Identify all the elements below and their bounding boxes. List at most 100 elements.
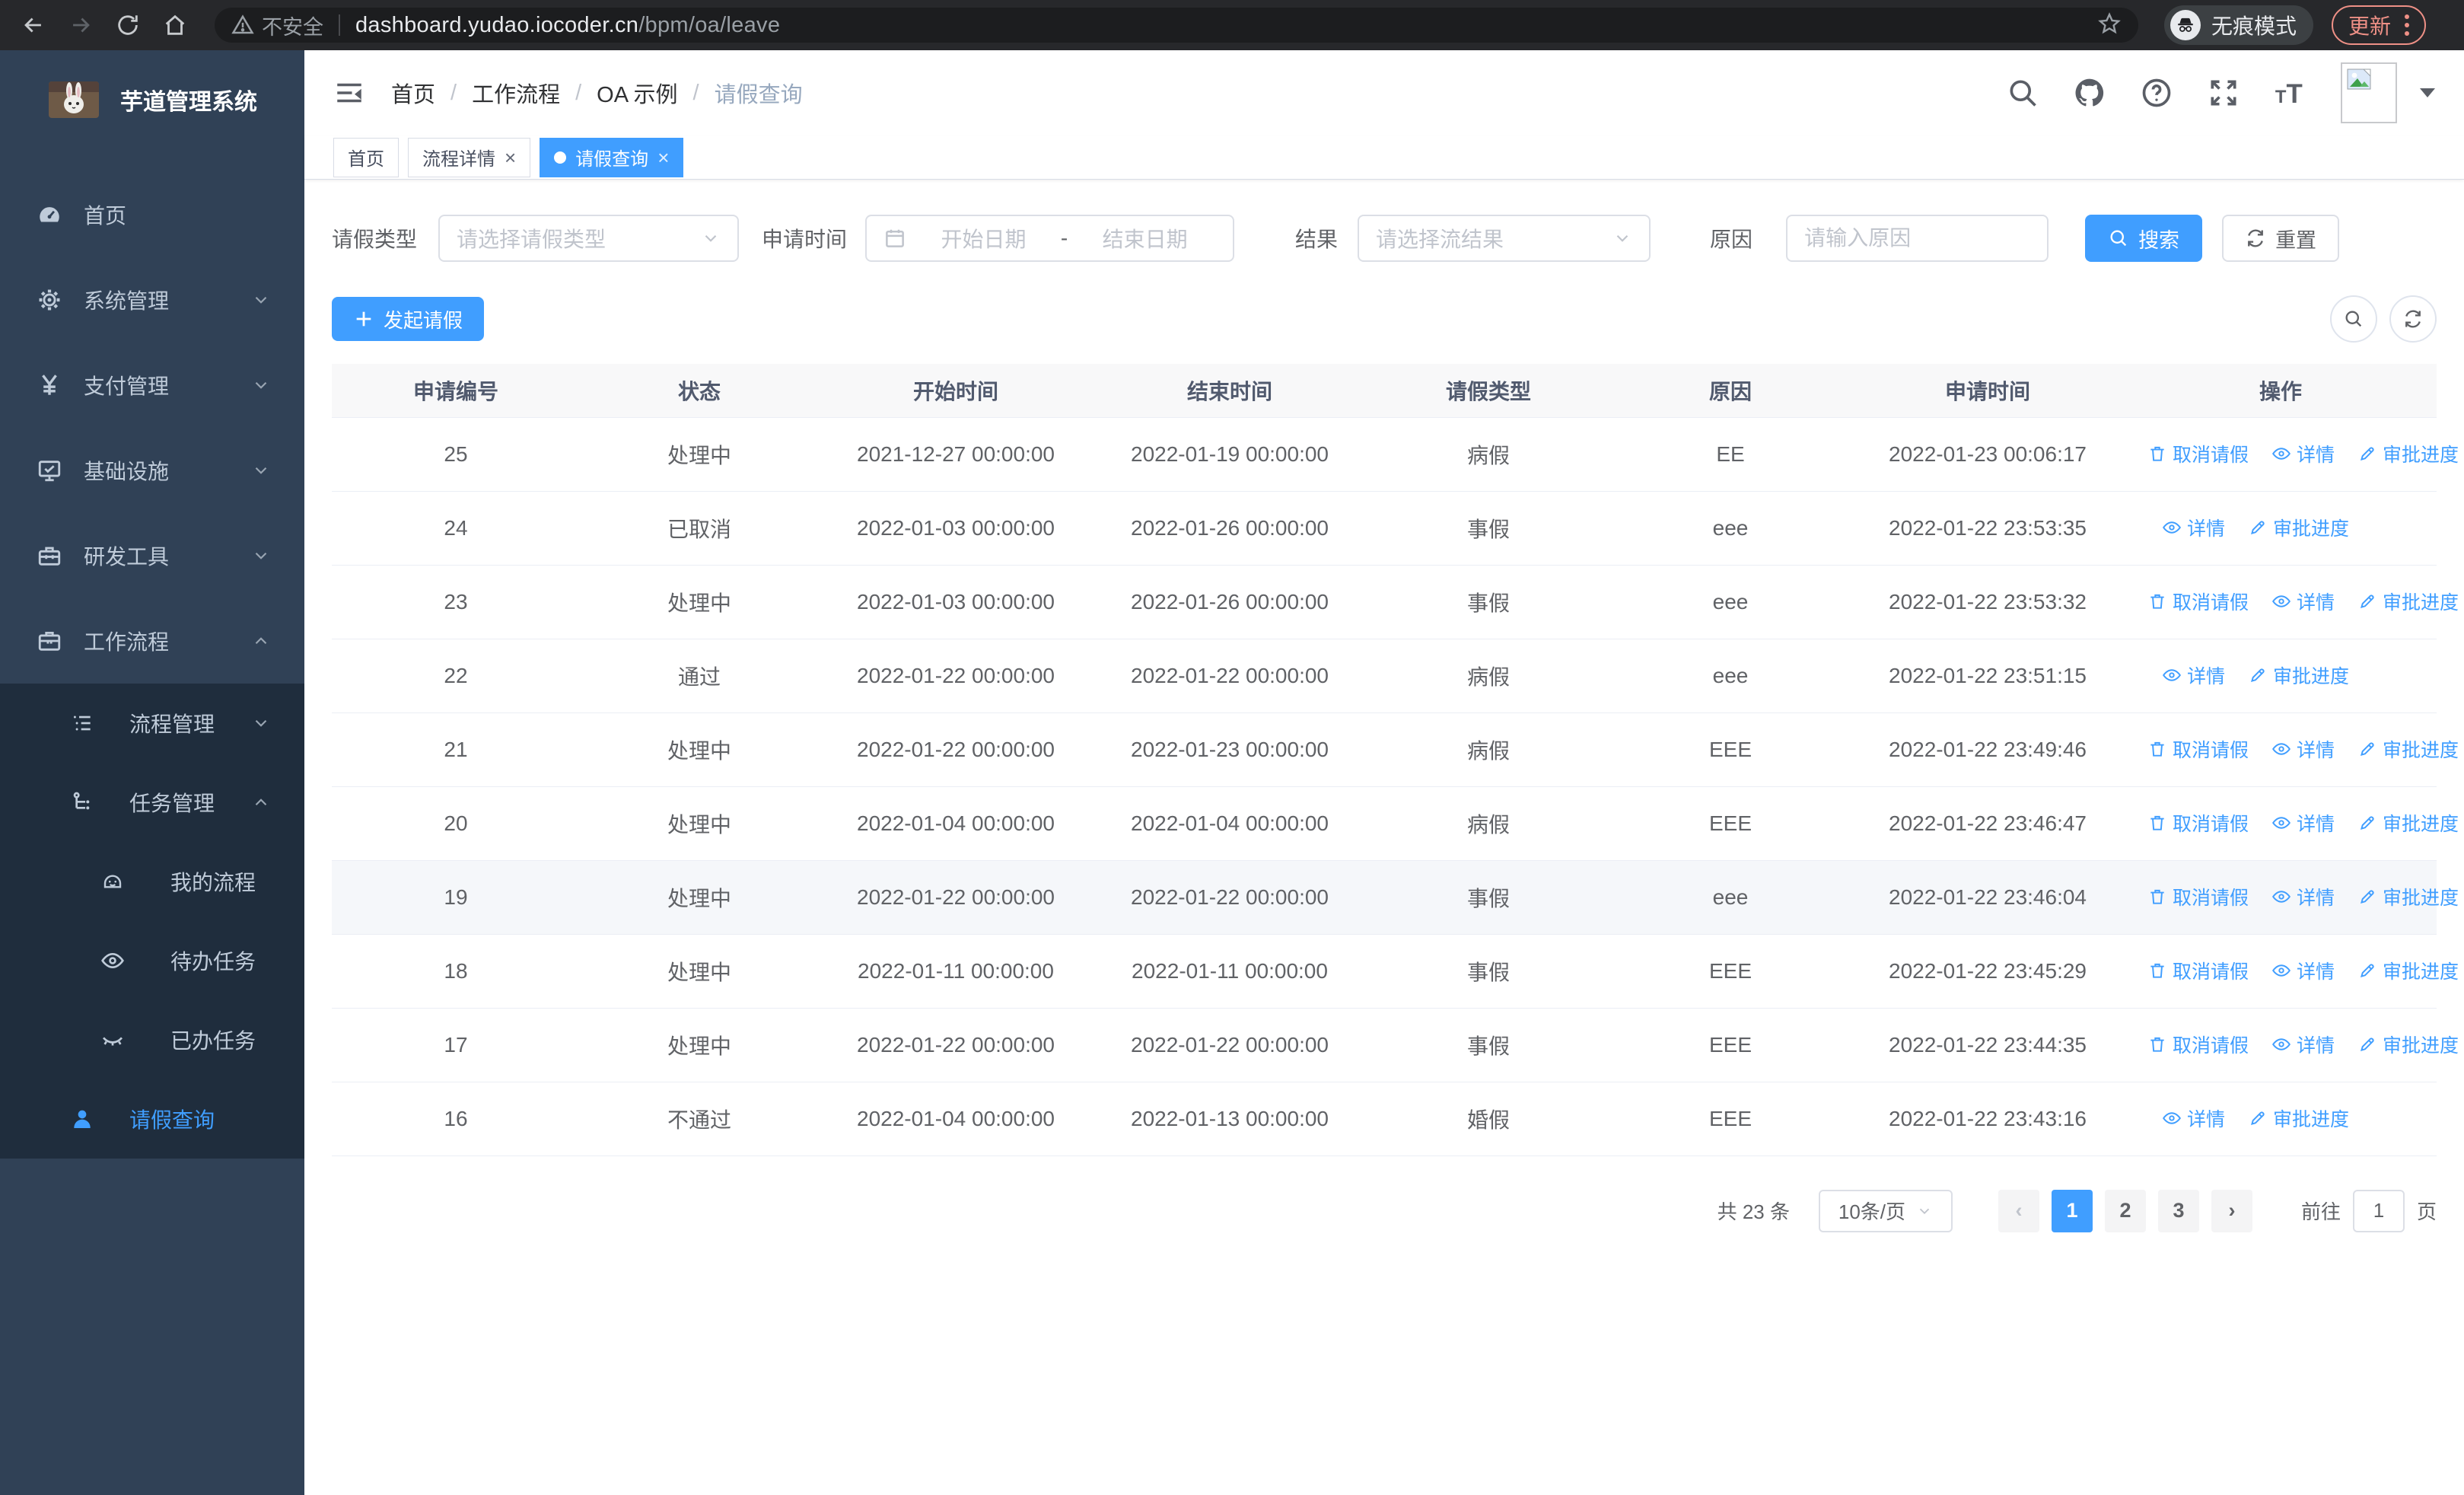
sidebar-item-支付管理[interactable]: 支付管理 xyxy=(0,343,304,428)
sidebar-item-任务管理[interactable]: 任务管理 xyxy=(0,763,304,842)
cancel-action-link[interactable]: 取消请假 xyxy=(2147,588,2249,615)
create-leave-button[interactable]: 发起请假 xyxy=(332,297,485,341)
search-toggle-button[interactable] xyxy=(2330,295,2377,343)
security-warning[interactable]: 不安全 xyxy=(231,11,323,40)
leave-type-select[interactable]: 请选择请假类型 xyxy=(438,215,740,262)
breadcrumb-item[interactable]: OA 示例 xyxy=(597,77,677,109)
back-icon[interactable] xyxy=(12,4,55,46)
bookmark-star-icon[interactable] xyxy=(2097,11,2122,40)
chevron-down-icon xyxy=(1612,228,1632,248)
leave-type-cell: 事假 xyxy=(1367,934,1610,1009)
reason-cell: EE xyxy=(1610,417,1851,492)
reason-input[interactable] xyxy=(1804,226,2031,250)
close-icon[interactable]: × xyxy=(505,148,516,167)
eye-open-icon xyxy=(100,948,125,973)
sidebar-item-请假查询[interactable]: 请假查询 xyxy=(0,1079,304,1159)
detail-action-link[interactable]: 详情 xyxy=(2162,514,2225,541)
apply-time-cell: 2022-01-22 23:49:46 xyxy=(1851,712,2125,787)
detail-action-link[interactable]: 详情 xyxy=(2271,809,2335,837)
font-size-icon[interactable]: TT xyxy=(2274,76,2307,110)
search-button[interactable]: 搜索 xyxy=(2085,215,2203,262)
prev-page-button[interactable]: ‹ xyxy=(1998,1189,2039,1232)
progress-action-link[interactable]: 审批进度 xyxy=(2357,1031,2459,1058)
progress-action-link[interactable]: 审批进度 xyxy=(2357,957,2459,984)
column-header-开始时间: 开始时间 xyxy=(819,364,1093,418)
tab-首页[interactable]: 首页 xyxy=(333,137,399,177)
sidebar-item-已办任务[interactable]: 已办任务 xyxy=(0,1000,304,1079)
apply-time-range-picker[interactable]: 开始日期 - 结束日期 xyxy=(865,215,1235,262)
start-date-placeholder[interactable]: 开始日期 xyxy=(912,223,1055,253)
tab-流程详情[interactable]: 流程详情 × xyxy=(408,137,531,177)
monitor-icon xyxy=(37,457,62,483)
fullscreen-icon[interactable] xyxy=(2207,76,2240,110)
detail-action-link[interactable]: 详情 xyxy=(2271,1031,2335,1058)
progress-action-link[interactable]: 审批进度 xyxy=(2357,588,2459,615)
cancel-action-link[interactable]: 取消请假 xyxy=(2147,957,2249,984)
result-select[interactable]: 请选择流结果 xyxy=(1358,215,1651,262)
progress-action-link[interactable]: 审批进度 xyxy=(2248,1105,2349,1132)
help-icon[interactable] xyxy=(2140,76,2173,110)
detail-action-link[interactable]: 详情 xyxy=(2162,661,2225,689)
leave-type-cell: 病假 xyxy=(1367,786,1610,861)
close-icon[interactable]: × xyxy=(657,148,669,167)
cancel-action-link[interactable]: 取消请假 xyxy=(2147,735,2249,763)
progress-action-link[interactable]: 审批进度 xyxy=(2248,661,2349,689)
forward-icon[interactable] xyxy=(59,4,102,46)
progress-action-link[interactable]: 审批进度 xyxy=(2357,735,2459,763)
avatar-caret-icon[interactable] xyxy=(2420,88,2435,97)
reset-button[interactable]: 重置 xyxy=(2222,215,2340,262)
progress-action-link[interactable]: 审批进度 xyxy=(2357,809,2459,837)
tab-请假查询[interactable]: 请假查询 × xyxy=(540,137,684,177)
sidebar-item-研发工具[interactable]: 研发工具 xyxy=(0,513,304,598)
detail-action-link[interactable]: 详情 xyxy=(2271,735,2335,763)
sidebar-item-系统管理[interactable]: 系统管理 xyxy=(0,257,304,343)
active-tab-dot xyxy=(554,151,567,164)
progress-action-link[interactable]: 审批进度 xyxy=(2357,440,2459,467)
detail-action-link[interactable]: 详情 xyxy=(2271,957,2335,984)
github-icon[interactable] xyxy=(2073,76,2106,110)
page-button-1[interactable]: 1 xyxy=(2051,1189,2093,1232)
cancel-action-link[interactable]: 取消请假 xyxy=(2147,1031,2249,1058)
avatar[interactable] xyxy=(2341,62,2397,123)
column-header-申请编号: 申请编号 xyxy=(332,364,580,418)
detail-action-link[interactable]: 详情 xyxy=(2271,440,2335,467)
end-date-placeholder[interactable]: 结束日期 xyxy=(1074,223,1216,253)
page-button-3[interactable]: 3 xyxy=(2157,1189,2199,1232)
breadcrumb-item[interactable]: 工作流程 xyxy=(472,77,560,109)
goto-page-input[interactable] xyxy=(2352,1189,2405,1232)
detail-action-link[interactable]: 详情 xyxy=(2271,588,2335,615)
sidebar-item-我的流程[interactable]: 我的流程 xyxy=(0,842,304,921)
page-unit-label: 页 xyxy=(2416,1200,2437,1223)
progress-action-link[interactable]: 审批进度 xyxy=(2248,514,2349,541)
cancel-action-link[interactable]: 取消请假 xyxy=(2147,440,2249,467)
address-bar[interactable]: 不安全 dashboard.yudao.iocoder.cn/bpm/oa/le… xyxy=(215,8,2138,43)
progress-action-link[interactable]: 审批进度 xyxy=(2357,883,2459,910)
breadcrumb-item[interactable]: 首页 xyxy=(391,77,435,109)
app-logo-row[interactable]: 芋道管理系统 xyxy=(0,50,304,149)
page-button-2[interactable]: 2 xyxy=(2104,1189,2146,1232)
page-size-select[interactable]: 10条/页 xyxy=(1818,1189,1953,1232)
sidebar-item-基础设施[interactable]: 基础设施 xyxy=(0,428,304,513)
incognito-icon xyxy=(2170,10,2201,40)
sidebar-item-待办任务[interactable]: 待办任务 xyxy=(0,921,304,1000)
sidebar-item-工作流程[interactable]: 工作流程 xyxy=(0,598,304,684)
chevron-down-icon xyxy=(251,546,271,566)
sidebar-item-流程管理[interactable]: 流程管理 xyxy=(0,684,304,763)
refresh-table-button[interactable] xyxy=(2389,295,2437,343)
update-button[interactable]: 更新 xyxy=(2332,5,2427,45)
reload-icon[interactable] xyxy=(107,4,149,46)
sidebar-collapse-icon[interactable] xyxy=(333,77,365,109)
cancel-action-link[interactable]: 取消请假 xyxy=(2147,809,2249,837)
sidebar-item-首页[interactable]: 首页 xyxy=(0,172,304,257)
cancel-action-link[interactable]: 取消请假 xyxy=(2147,883,2249,910)
detail-action-link[interactable]: 详情 xyxy=(2271,883,2335,910)
status-cell: 通过 xyxy=(580,639,819,713)
detail-action-link[interactable]: 详情 xyxy=(2162,1105,2225,1132)
next-page-button[interactable]: › xyxy=(2211,1189,2252,1232)
browser-menu-icon[interactable] xyxy=(2405,14,2410,36)
home-icon[interactable] xyxy=(154,4,196,46)
list-icon xyxy=(70,711,94,735)
tags-bar: 首页 流程详情 × 请假查询 × xyxy=(304,135,2464,180)
end-time-cell: 2022-01-26 00:00:00 xyxy=(1093,565,1367,639)
search-icon[interactable] xyxy=(2006,76,2039,110)
